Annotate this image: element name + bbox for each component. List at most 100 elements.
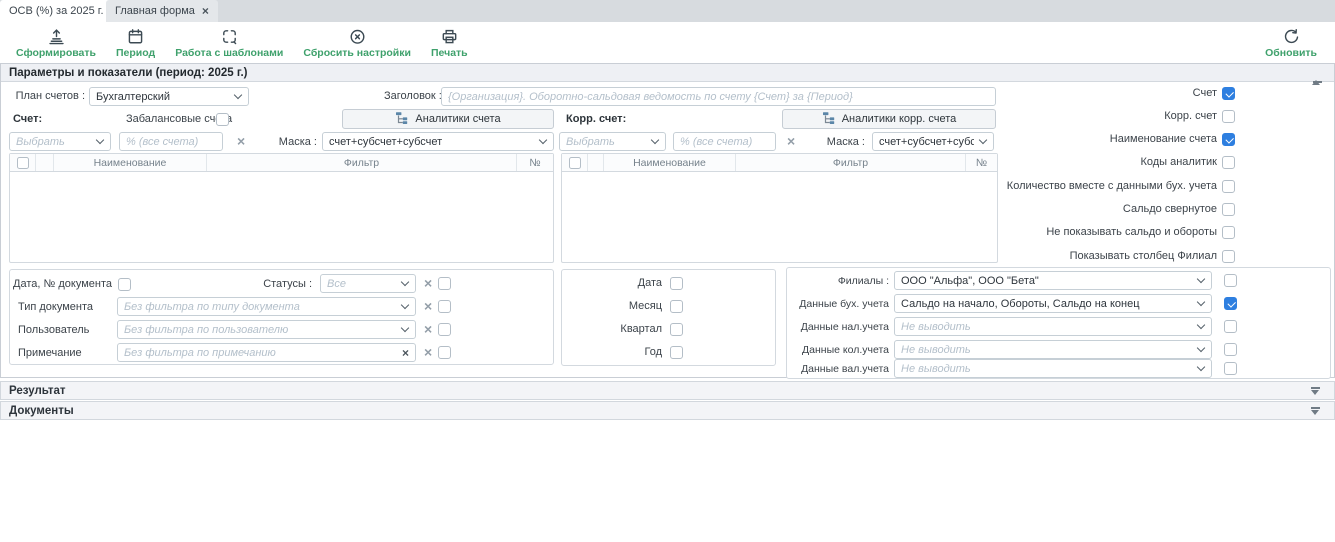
analytics-account-button[interactable]: Аналитики счета bbox=[342, 109, 554, 129]
cb-naimenovanie[interactable] bbox=[1222, 133, 1235, 146]
cb-mesyac[interactable] bbox=[670, 300, 683, 313]
cb-ne-pokazyvat[interactable] bbox=[1222, 226, 1235, 239]
chevron-down-icon bbox=[539, 136, 547, 144]
dannye-kol-ucheta-select[interactable]: Не выводить bbox=[894, 340, 1212, 359]
polzovatel-label: Пользователь bbox=[18, 321, 89, 340]
expand-down-icon[interactable] bbox=[1310, 387, 1320, 395]
corr-account-select-placeholder: Выбрать bbox=[566, 136, 646, 148]
dannye-val-ucheta-select[interactable]: Не выводить bbox=[894, 359, 1212, 378]
cb-schet[interactable] bbox=[1222, 87, 1235, 100]
generate-report-icon bbox=[47, 27, 66, 46]
column-name-header: Наименование bbox=[604, 154, 736, 171]
account-analytics-table: Наименование Фильтр № bbox=[9, 153, 554, 263]
refresh-button[interactable]: Обновить bbox=[1255, 25, 1327, 61]
cb-stolbec-filial[interactable] bbox=[1222, 250, 1235, 263]
dannye-val-ucheta-checkbox[interactable] bbox=[1224, 362, 1237, 375]
collapse-up-icon[interactable] bbox=[1312, 68, 1322, 83]
parameters-panel-header[interactable]: Параметры и показатели (период: 2025 г.) bbox=[1, 64, 1334, 82]
cb-kvartal[interactable] bbox=[670, 323, 683, 336]
tab-osv-label: ОСВ (%) за 2025 г. bbox=[9, 5, 104, 17]
chevron-down-icon bbox=[401, 301, 409, 309]
chevron-down-icon bbox=[1197, 363, 1205, 371]
plan-schetov-select[interactable]: Бухгалтерский bbox=[89, 87, 249, 106]
corr-account-select[interactable]: Выбрать bbox=[559, 132, 666, 151]
primechanie-checkbox[interactable] bbox=[438, 346, 451, 359]
cb-kvartal-label: Квартал bbox=[562, 320, 662, 339]
dannye-buh-ucheta-value: Сальдо на начало, Обороты, Сальдо на кон… bbox=[901, 298, 1192, 310]
data-nomer-dokumenta-checkbox[interactable] bbox=[118, 278, 131, 291]
korr-schet-section-label: Корр. счет: bbox=[566, 110, 626, 129]
dannye-nal-ucheta-select[interactable]: Не выводить bbox=[894, 317, 1212, 336]
app-window: ОСВ (%) за 2025 г. × Главная форма × Сфо… bbox=[0, 0, 1335, 542]
statusy-select[interactable]: Все bbox=[320, 274, 416, 293]
zabalansovye-checkbox[interactable] bbox=[216, 113, 229, 126]
dannye-buh-ucheta-checkbox[interactable] bbox=[1224, 297, 1237, 310]
cb-god[interactable] bbox=[670, 346, 683, 359]
polzovatel-checkbox[interactable] bbox=[438, 323, 451, 336]
tip-dokumenta-placeholder: Без фильтра по типу документа bbox=[124, 301, 396, 313]
polzovatel-select[interactable]: Без фильтра по пользователю bbox=[117, 320, 416, 339]
cb-mesyac-label: Месяц bbox=[562, 297, 662, 316]
select-all-checkbox[interactable] bbox=[17, 157, 29, 169]
account-select[interactable]: Выбрать bbox=[9, 132, 111, 151]
templates-selection-icon bbox=[220, 27, 239, 46]
clear-polzovatel-icon[interactable]: × bbox=[424, 320, 432, 339]
dannye-buh-ucheta-select[interactable]: Сальдо на начало, Обороты, Сальдо на кон… bbox=[894, 294, 1212, 313]
corr-account-code-input[interactable]: % (все счета) bbox=[673, 132, 776, 151]
expand-down-icon[interactable] bbox=[1310, 407, 1320, 415]
refresh-icon bbox=[1282, 27, 1301, 46]
filialy-select[interactable]: ООО "Альфа", ООО "Бета" bbox=[894, 271, 1212, 290]
account-mask-select[interactable]: счет+субсчет+субсчет bbox=[322, 132, 554, 151]
tree-icon bbox=[395, 111, 408, 128]
clear-corr-account-icon[interactable]: × bbox=[787, 132, 795, 151]
primechanie-input[interactable]: Без фильтра по примечанию × bbox=[117, 343, 416, 362]
chevron-down-icon bbox=[96, 136, 104, 144]
reset-settings-button[interactable]: Сбросить настройки bbox=[293, 25, 421, 61]
result-section-title: Результат bbox=[1, 385, 65, 397]
data-nomer-dokumenta-label: Дата, № документа bbox=[10, 275, 112, 294]
chevron-down-icon bbox=[1197, 298, 1205, 306]
tab-bar: ОСВ (%) за 2025 г. × Главная форма × bbox=[0, 0, 1335, 22]
cb-kolichestvo-label: Количество вместе с данными бух. учета bbox=[901, 177, 1217, 196]
tip-dokumenta-checkbox[interactable] bbox=[438, 300, 451, 313]
dannye-kol-ucheta-checkbox[interactable] bbox=[1224, 343, 1237, 356]
clear-primechanie-icon[interactable]: × bbox=[424, 343, 432, 362]
primechanie-label: Примечание bbox=[18, 344, 82, 363]
clear-account-icon[interactable]: × bbox=[237, 132, 245, 151]
account-code-input[interactable]: % (все счета) bbox=[119, 132, 223, 151]
data-selection-box: Филиалы : ООО "Альфа", ООО "Бета" Данные… bbox=[786, 267, 1331, 379]
plan-schetov-value: Бухгалтерский bbox=[96, 91, 229, 103]
column-number-header: № bbox=[517, 154, 553, 171]
cb-saldo-svernutoe[interactable] bbox=[1222, 203, 1235, 216]
result-section-header[interactable]: Результат bbox=[0, 381, 1335, 400]
filialy-checkbox[interactable] bbox=[1224, 274, 1237, 287]
templates-button[interactable]: Работа с шаблонами bbox=[165, 25, 293, 61]
printer-icon bbox=[440, 27, 459, 46]
close-icon[interactable]: × bbox=[202, 5, 209, 17]
account-mask-value: счет+субсчет+субсчет bbox=[329, 136, 534, 148]
dannye-nal-ucheta-checkbox[interactable] bbox=[1224, 320, 1237, 333]
clear-tip-dokumenta-icon[interactable]: × bbox=[424, 297, 432, 316]
documents-section-header[interactable]: Документы bbox=[0, 401, 1335, 420]
cb-korr-schet[interactable] bbox=[1222, 110, 1235, 123]
tip-dokumenta-label: Тип документа bbox=[18, 298, 93, 317]
chevron-down-icon bbox=[234, 91, 242, 99]
cb-data[interactable] bbox=[670, 277, 683, 290]
corr-mask-label: Маска : bbox=[819, 133, 865, 152]
clear-inside-icon[interactable]: × bbox=[402, 346, 409, 360]
generate-button[interactable]: Сформировать bbox=[6, 25, 106, 61]
corr-account-code-placeholder: % (все счета) bbox=[680, 136, 769, 148]
select-all-checkbox[interactable] bbox=[569, 157, 581, 169]
print-button[interactable]: Печать bbox=[421, 25, 478, 61]
tab-main-form[interactable]: Главная форма × bbox=[106, 0, 218, 22]
cb-god-label: Год bbox=[562, 343, 662, 362]
period-button[interactable]: Период bbox=[106, 25, 165, 61]
period-grouping-box: Дата Месяц Квартал Год bbox=[561, 269, 776, 366]
account-code-placeholder: % (все счета) bbox=[126, 136, 216, 148]
clear-statusy-icon[interactable]: × bbox=[424, 274, 432, 293]
cb-kolichestvo[interactable] bbox=[1222, 180, 1235, 193]
chevron-down-icon bbox=[401, 278, 409, 286]
statusy-checkbox[interactable] bbox=[438, 277, 451, 290]
cb-kody-analitik[interactable] bbox=[1222, 156, 1235, 169]
tip-dokumenta-select[interactable]: Без фильтра по типу документа bbox=[117, 297, 416, 316]
